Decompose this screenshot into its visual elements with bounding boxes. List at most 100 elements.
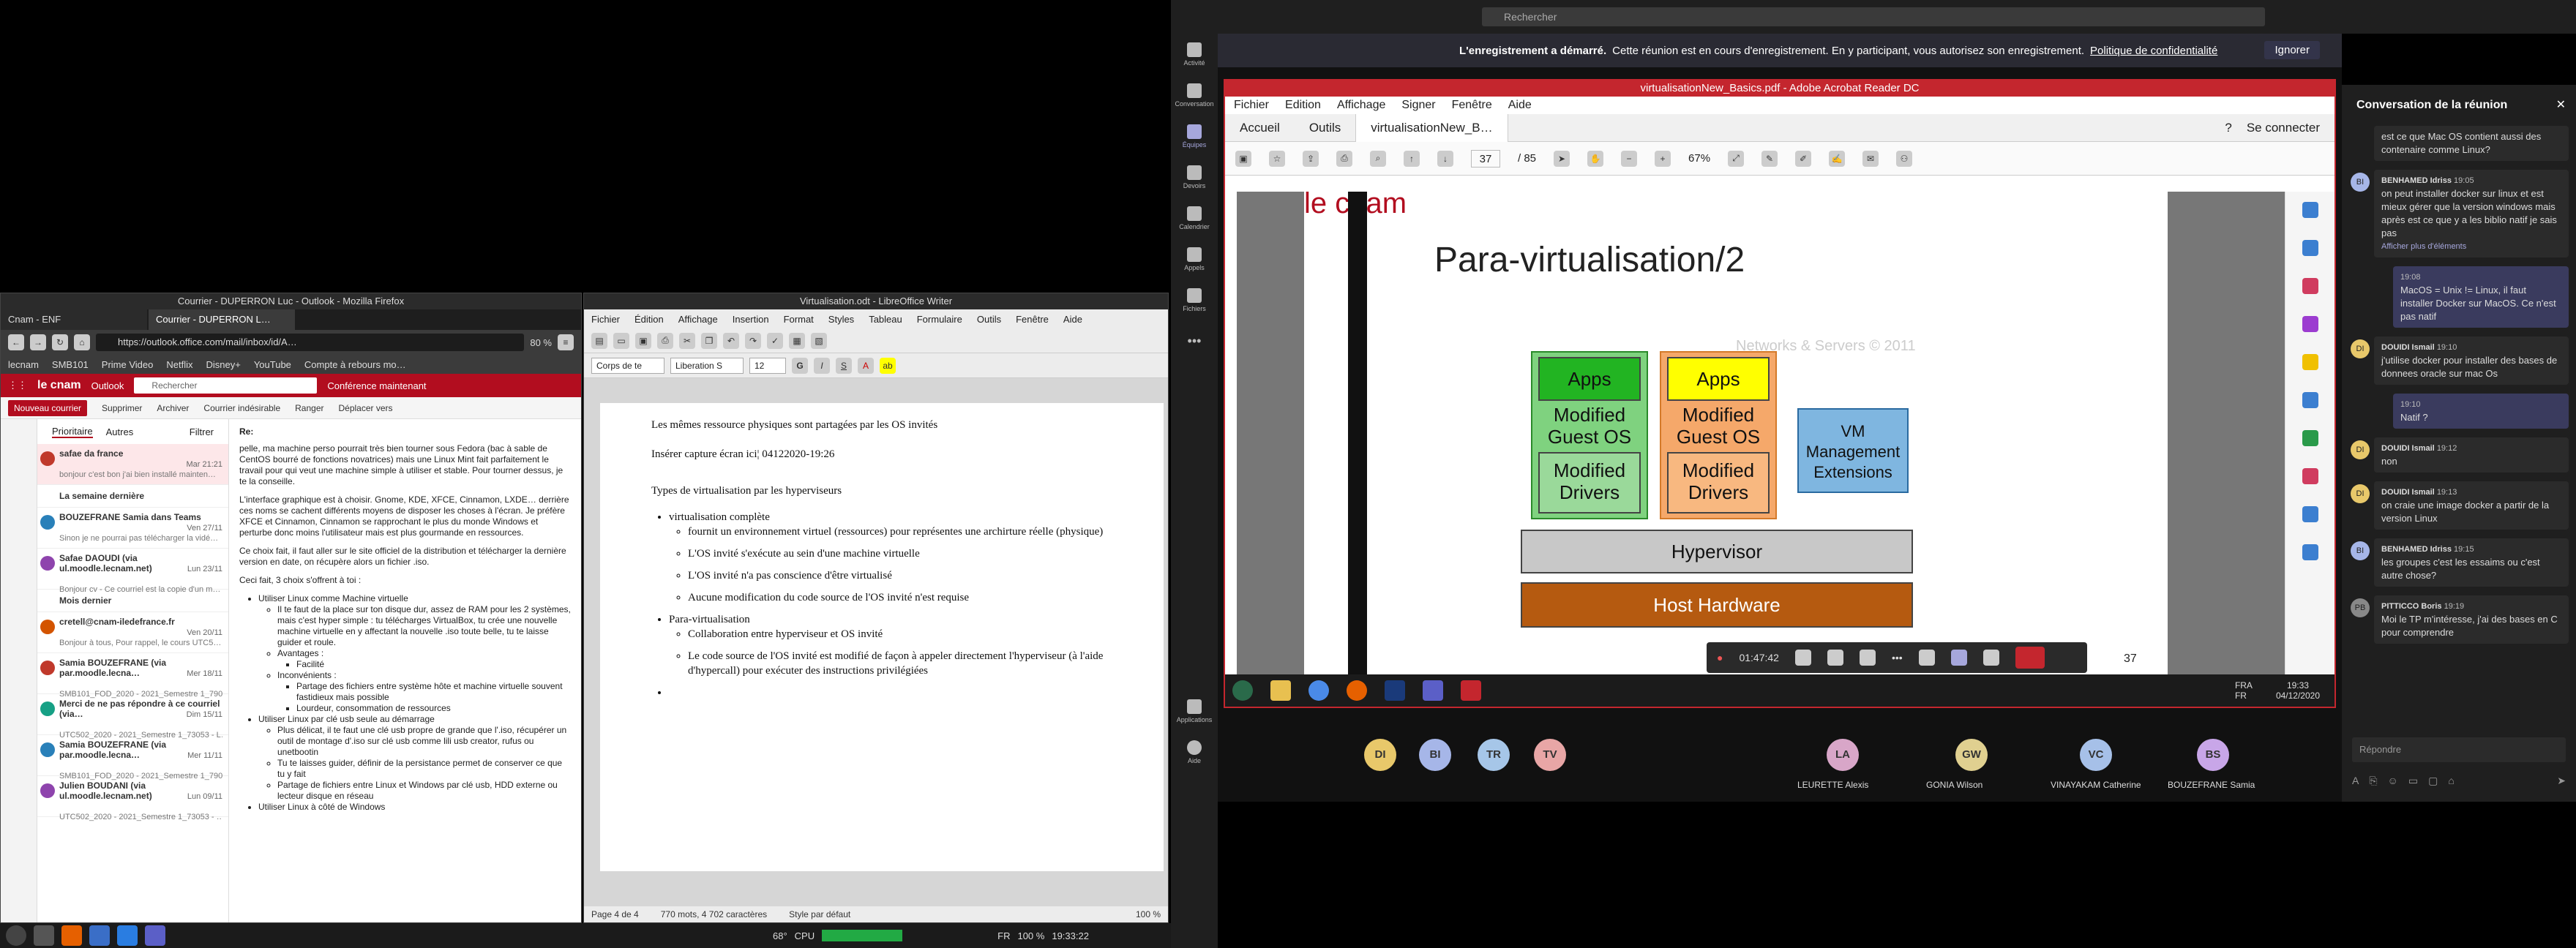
login-button[interactable]: Se connecter xyxy=(2247,121,2320,135)
hand-icon[interactable]: ✋ xyxy=(1587,150,1604,167)
zoom-out-icon[interactable]: − xyxy=(1621,150,1638,167)
forward-icon[interactable]: → xyxy=(30,334,46,350)
document-page[interactable]: Les mêmes ressource physiques sont parta… xyxy=(600,403,1164,871)
share-icon[interactable]: ⚇ xyxy=(1896,150,1913,167)
archive-button[interactable]: Archiver xyxy=(157,403,189,413)
document-view[interactable]: le cnam Para-virtualisation/2 Networks &… xyxy=(1237,187,2288,674)
menu-edit[interactable]: Édition xyxy=(634,314,664,325)
menu-insert[interactable]: Insertion xyxy=(733,314,769,325)
font-color-icon[interactable]: A xyxy=(858,357,874,374)
menu-format[interactable]: Format xyxy=(784,314,814,325)
home-icon[interactable]: ⌂ xyxy=(74,334,90,350)
conference-link[interactable]: Conférence maintenant xyxy=(327,380,426,391)
undo-icon[interactable]: ↶ xyxy=(723,332,739,349)
font-size-select[interactable]: 12 xyxy=(749,357,786,374)
sign-icon[interactable]: ✍ xyxy=(1829,150,1846,167)
delete-button[interactable]: Supprimer xyxy=(102,403,142,413)
menu-view[interactable]: Affichage xyxy=(678,314,718,325)
zoom-select[interactable]: 67% xyxy=(1688,152,1710,165)
more-tools-icon[interactable] xyxy=(2302,544,2318,560)
rail-calendar[interactable]: Calendrier xyxy=(1171,198,1218,238)
meet-icon[interactable]: ⌂ xyxy=(2448,775,2454,786)
search-icon[interactable]: ⌕ xyxy=(1370,150,1386,167)
upload-icon[interactable]: ⇪ xyxy=(1303,150,1319,167)
filter-button[interactable]: Filtrer xyxy=(190,426,214,437)
spellcheck-icon[interactable]: ✓ xyxy=(767,332,783,349)
share-screen-icon[interactable] xyxy=(1859,650,1876,666)
ignore-button[interactable]: Ignorer xyxy=(2264,41,2320,59)
mail-item[interactable]: Samia BOUZEFRANE (via par.moodle.lecna… M… xyxy=(37,653,228,699)
redo-icon[interactable]: ↷ xyxy=(745,332,761,349)
create-pdf-icon[interactable] xyxy=(2302,278,2318,294)
clock[interactable]: 19:33:22 xyxy=(1052,930,1089,941)
reply-input[interactable]: Répondre xyxy=(2352,737,2566,762)
highlight-icon[interactable]: ✐ xyxy=(1795,150,1812,167)
rail-files[interactable]: Fichiers xyxy=(1171,279,1218,320)
menu-file[interactable]: Fichier xyxy=(1234,99,1269,112)
terminal-icon[interactable] xyxy=(34,925,54,946)
bookmark-prime-video[interactable]: Prime Video xyxy=(102,359,154,370)
battery-level[interactable]: 100 % xyxy=(1017,930,1044,941)
mail-icon[interactable]: ✉ xyxy=(1862,150,1879,167)
files-icon[interactable] xyxy=(89,925,110,946)
save-icon[interactable]: ▣ xyxy=(635,332,651,349)
cursor-icon[interactable]: ➤ xyxy=(1554,150,1570,167)
menu-sign[interactable]: Signer xyxy=(1401,99,1435,112)
protect-icon[interactable] xyxy=(2302,506,2318,522)
open-icon[interactable]: ▭ xyxy=(613,332,629,349)
page-input[interactable]: 37 xyxy=(1471,149,1500,168)
waffle-icon[interactable]: ⋮⋮ xyxy=(8,380,27,391)
bookmark-countdown[interactable]: Compte à rebours mo… xyxy=(304,359,406,370)
edit-pdf-icon[interactable] xyxy=(2302,316,2318,332)
print-icon[interactable]: ⎙ xyxy=(1336,150,1352,167)
keyboard-layout[interactable]: FR xyxy=(997,930,1010,941)
tab-document[interactable]: virtualisationNew_B… xyxy=(1355,113,1508,142)
reload-icon[interactable]: ↻ xyxy=(52,334,68,350)
mail-item[interactable]: cretell@cnam-iledefrance.fr Ven 20/11 Bonj… xyxy=(37,612,228,653)
help-icon[interactable]: ? xyxy=(2225,121,2231,135)
rail-activity[interactable]: Activité xyxy=(1171,34,1218,75)
menu-window[interactable]: Fenêtre xyxy=(1452,99,1492,112)
bookmark-netflix[interactable]: Netflix xyxy=(166,359,192,370)
rail-assignments[interactable]: Devoirs xyxy=(1171,157,1218,198)
writer-icon[interactable] xyxy=(117,925,138,946)
sticker-icon[interactable]: ▢ xyxy=(2428,775,2438,787)
menu-help[interactable]: Aide xyxy=(1063,314,1082,325)
sweep-button[interactable]: Ranger xyxy=(295,403,323,413)
zoom-level[interactable]: 100 % xyxy=(1136,909,1161,919)
search-icon[interactable] xyxy=(2302,202,2318,218)
mail-item[interactable]: Safae DAOUDI (via ul.moodle.lecnam.net) L… xyxy=(37,549,228,594)
bookmark-smb101[interactable]: SMB101 xyxy=(52,359,89,370)
save-icon[interactable]: ▣ xyxy=(1235,150,1251,167)
menu-window[interactable]: Fenêtre xyxy=(1016,314,1049,325)
zoom-level[interactable]: 80 % xyxy=(530,337,552,348)
tab-other[interactable]: Autres xyxy=(106,426,134,437)
privacy-link[interactable]: Politique de confidentialité xyxy=(2090,45,2217,57)
tab-outlook[interactable]: Courrier - DUPERRON L… xyxy=(149,309,295,330)
comment-icon[interactable] xyxy=(2302,354,2318,370)
back-icon[interactable]: ← xyxy=(8,334,24,350)
mail-item[interactable]: Samia BOUZEFRANE (via par.moodle.lecna… M… xyxy=(37,735,228,780)
export-pdf-icon[interactable] xyxy=(2302,240,2318,256)
search-input[interactable]: Rechercher xyxy=(134,377,318,394)
bookmark-youtube[interactable]: YouTube xyxy=(254,359,291,370)
image-icon[interactable]: ▧ xyxy=(811,332,827,349)
copy-icon[interactable]: ❐ xyxy=(701,332,717,349)
zoom-in-icon[interactable]: + xyxy=(1655,150,1671,167)
raise-hand-icon[interactable] xyxy=(1918,650,1935,666)
participant-avatar[interactable]: BI xyxy=(1419,739,1451,771)
fill-sign-icon[interactable] xyxy=(2302,468,2318,484)
outlook-brand[interactable]: Outlook xyxy=(91,380,124,391)
mic-off-icon[interactable] xyxy=(1827,650,1843,666)
next-page-icon[interactable]: ↓ xyxy=(1437,150,1453,167)
new-doc-icon[interactable]: ▤ xyxy=(591,332,607,349)
combine-icon[interactable] xyxy=(2302,392,2318,408)
tab-tools[interactable]: Outils xyxy=(1295,121,1355,135)
rail-more[interactable]: ••• xyxy=(1171,320,1218,361)
tab-home[interactable]: Accueil xyxy=(1225,121,1295,135)
hang-up-button[interactable] xyxy=(2015,647,2045,669)
format-icon[interactable]: A xyxy=(2352,775,2359,786)
participant-avatar[interactable]: VC xyxy=(2080,739,2112,771)
participant-avatar[interactable]: GW xyxy=(1955,739,1988,771)
prev-page-icon[interactable]: ↑ xyxy=(1404,150,1420,167)
